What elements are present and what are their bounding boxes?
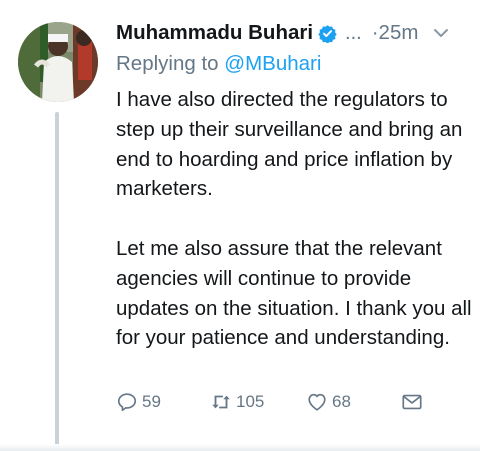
retweet-button[interactable]: 105 — [210, 387, 264, 417]
avatar[interactable] — [18, 22, 98, 102]
like-count: 68 — [332, 392, 351, 411]
retweet-count: 105 — [236, 392, 265, 411]
retweet-icon — [212, 395, 230, 409]
reply-button[interactable]: 59 — [116, 387, 161, 417]
thread-line — [55, 112, 59, 446]
verified-badge-icon — [318, 24, 337, 44]
heart-icon — [308, 393, 326, 411]
tweet-time[interactable]: ·25m — [372, 21, 419, 45]
chevron-down-icon[interactable] — [432, 24, 450, 42]
tweet-body: I have also directed the regulators to s… — [116, 85, 472, 353]
reply-icon — [117, 393, 137, 412]
author-handle[interactable]: ... — [345, 22, 362, 45]
direct-message-button[interactable] — [401, 387, 423, 417]
avatar-photo — [18, 22, 98, 102]
replying-to-handle[interactable]: @MBuhari — [224, 52, 321, 75]
author-name[interactable]: Muhammadu Buhari — [116, 21, 313, 45]
replying-to: Replying to @MBuhari — [116, 52, 321, 76]
tweet-paragraph: I have also directed the regulators to s… — [116, 88, 463, 201]
like-button[interactable]: 68 — [306, 387, 351, 417]
tweet-actions: 59 105 68 — [116, 387, 436, 417]
tweet[interactable]: Muhammadu Buhari ... ·25m Replying to @M… — [0, 0, 480, 451]
replying-to-label: Replying to — [116, 52, 225, 75]
reply-count: 59 — [142, 392, 161, 411]
envelope-icon — [402, 394, 422, 410]
tweet-paragraph: Let me also assure that the relevant age… — [116, 236, 472, 350]
divider — [0, 444, 480, 451]
tweet-header: Muhammadu Buhari ... ·25m — [116, 18, 472, 48]
